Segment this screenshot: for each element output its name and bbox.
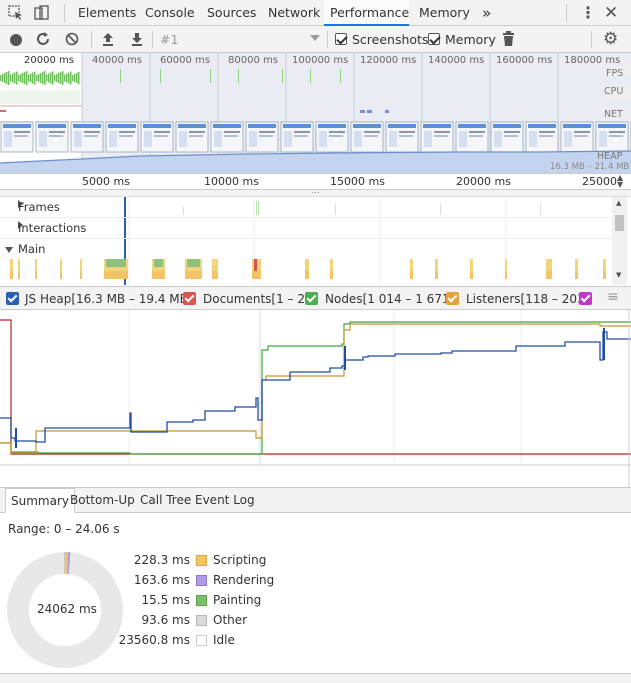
overview-tick: 20000 ms: [24, 55, 74, 66]
memory-counter-graph: [0, 310, 631, 487]
scripting-value: 228.3 ms: [133, 553, 190, 567]
painting-value: 15.5 ms: [141, 593, 190, 607]
heap-label: HEAP: [597, 151, 623, 162]
listeners-checkbox[interactable]: [446, 292, 459, 305]
overview-tick: 60000 ms: [160, 55, 210, 66]
documents-checkbox[interactable]: [183, 292, 196, 305]
clear-icon[interactable]: [65, 32, 79, 49]
overview-tick: 160000 ms: [496, 55, 553, 66]
flame-chart-tracks[interactable]: Frames Interactions Main ▲ ▼: [0, 196, 631, 285]
ruler-tick: 15000 ms: [330, 175, 385, 188]
ruler-scroll-down-icon[interactable]: ▼: [617, 180, 623, 189]
tab-elements[interactable]: Elements: [72, 0, 142, 26]
tab-call-tree[interactable]: Call Tree: [135, 488, 196, 512]
painting-label: Painting: [213, 593, 262, 607]
nodes-label: Nodes[1 014 – 1 671]: [325, 292, 455, 306]
collect-garbage-icon[interactable]: [502, 31, 515, 50]
record-icon[interactable]: [10, 34, 22, 46]
listeners-label: Listeners[118 – 203]: [466, 292, 590, 306]
cpu-label: CPU: [604, 86, 624, 97]
rendering-label: Rendering: [213, 573, 275, 587]
overview-tick: 100000 ms: [292, 55, 349, 66]
performance-toolbar: #1 Screenshots Memory ⚙: [0, 26, 631, 53]
screenshots-checkbox[interactable]: [335, 33, 347, 45]
timeline-overview[interactable]: 20000 ms 40000 ms 60000 ms 80000 ms 1000…: [0, 53, 631, 173]
load-profile-icon[interactable]: [101, 31, 115, 50]
painting-swatch: [196, 595, 207, 606]
overview-graph: [0, 53, 631, 173]
interactions-track[interactable]: Interactions: [0, 218, 612, 239]
frames-track[interactable]: Frames: [0, 197, 612, 218]
close-icon[interactable]: ✕: [604, 0, 618, 26]
overview-tick: 120000 ms: [360, 55, 417, 66]
recording-select[interactable]: #1: [158, 29, 323, 50]
tab-network[interactable]: Network: [262, 0, 326, 26]
collapse-triangle-icon: [5, 247, 13, 253]
gpu-memory-checkbox[interactable]: [579, 292, 592, 305]
reload-icon[interactable]: [36, 31, 51, 50]
screenshots-label: Screenshots: [352, 32, 429, 47]
ruler-tick: 5000 ms: [82, 175, 130, 188]
chevron-down-icon: [310, 35, 320, 41]
overview-tick: 140000 ms: [428, 55, 485, 66]
documents-label: Documents[1 – 2]: [203, 292, 310, 306]
idle-value: 23560.8 ms: [118, 633, 190, 647]
rendering-swatch: [196, 575, 207, 586]
tab-sources[interactable]: Sources: [201, 0, 262, 26]
ruler-tick: 10000 ms: [204, 175, 259, 188]
summary-panel: Range: 0 – 24.06 s 24062 ms 228.3 ms Scr…: [0, 513, 631, 683]
memory-counters-legend: JS Heap[16.3 MB – 19.4 MB] Documents[1 –…: [0, 286, 631, 310]
js-heap-label: JS Heap[16.3 MB – 19.4 MB]: [25, 292, 193, 306]
tracks-scrollbar[interactable]: ▲ ▼: [612, 197, 627, 285]
tab-bottom-up[interactable]: Bottom-Up: [65, 488, 140, 512]
main-label: Main: [18, 242, 46, 256]
devtools-tab-bar: Elements Console Sources Network Perform…: [0, 0, 631, 26]
recording-select-value: #1: [160, 32, 179, 47]
overview-tick: 180000 ms: [564, 55, 621, 66]
memory-checkbox[interactable]: [428, 33, 440, 45]
main-track[interactable]: Main: [0, 239, 612, 260]
save-profile-icon[interactable]: [130, 31, 144, 50]
nodes-checkbox[interactable]: [305, 292, 318, 305]
rendering-value: 163.6 ms: [133, 573, 190, 587]
overview-tick: 40000 ms: [92, 55, 142, 66]
other-swatch: [196, 615, 207, 626]
other-value: 93.6 ms: [141, 613, 190, 627]
more-tabs-button[interactable]: »: [476, 0, 497, 26]
tab-event-log[interactable]: Event Log: [190, 488, 260, 512]
idle-label: Idle: [213, 633, 235, 647]
scripting-label: Scripting: [213, 553, 267, 567]
fps-label: FPS: [606, 68, 624, 79]
tab-performance[interactable]: Performance: [324, 0, 409, 26]
legend-overflow-icon[interactable]: ≡: [607, 289, 619, 305]
overview-tick: 80000 ms: [228, 55, 278, 66]
js-heap-checkbox[interactable]: [6, 292, 19, 305]
scripting-swatch: [196, 555, 207, 566]
interactions-label: Interactions: [18, 221, 87, 235]
tab-memory[interactable]: Memory: [413, 0, 476, 26]
frames-label: Frames: [18, 200, 60, 214]
idle-swatch: [196, 635, 207, 646]
other-label: Other: [213, 613, 248, 627]
details-tabs: Summary Bottom-Up Call Tree Event Log: [0, 487, 631, 513]
net-label: NET: [604, 109, 623, 120]
heap-range: 16.3 MB – 21.4 MB: [550, 162, 630, 172]
more-options-icon[interactable]: ⋮: [580, 0, 596, 26]
ruler-tick: 25000: [582, 175, 617, 188]
settings-gear-icon[interactable]: ⚙: [603, 29, 618, 49]
tab-console[interactable]: Console: [139, 0, 201, 26]
range-label: Range: 0 – 24.06 s: [8, 522, 120, 536]
ruler-tick: 20000 ms: [456, 175, 511, 188]
memory-label: Memory: [445, 32, 496, 47]
